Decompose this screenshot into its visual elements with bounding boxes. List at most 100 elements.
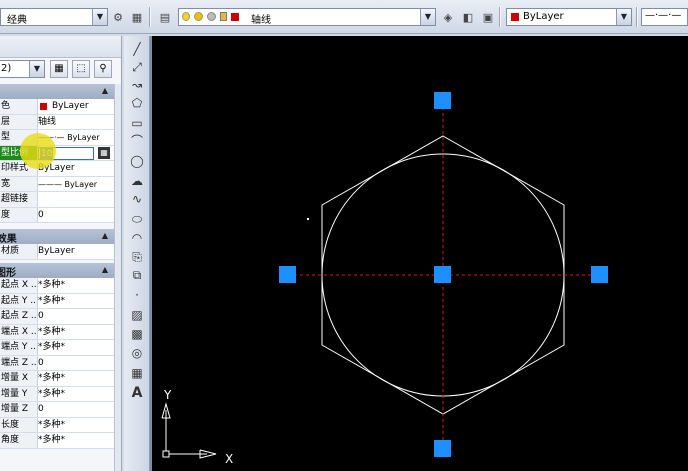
sun-icon xyxy=(194,12,203,21)
table-icon[interactable]: ▦ xyxy=(128,364,146,382)
property-value[interactable]: *多种* xyxy=(38,418,114,433)
draw-toolbar: ╱ ⤢ ↝ ⬠ ▭ ⌒ ◯ ☁ ∿ ⬭ ◠ ⎘ ⧉ · ▨ ▩ ◎ ▦ A xyxy=(124,36,150,471)
hatch-icon[interactable]: ▨ xyxy=(128,306,146,324)
chevron-up-icon[interactable]: ▲ xyxy=(102,231,108,240)
select-objects-icon[interactable]: ⬚ xyxy=(72,60,90,78)
property-value[interactable]: 0 xyxy=(38,309,114,324)
toggle-pickadd-icon[interactable]: ▦ xyxy=(50,60,68,78)
workspace-settings-icon[interactable]: ▦ xyxy=(129,9,145,25)
layer-value: 轴线 xyxy=(251,15,271,26)
line-tool-icon[interactable]: ╱ xyxy=(128,40,146,58)
point-icon[interactable]: · xyxy=(128,286,146,304)
property-value[interactable]: ——— ByLayer xyxy=(38,177,114,192)
region-icon[interactable]: ◎ xyxy=(128,344,146,362)
chevron-down-icon[interactable]: ▼ xyxy=(616,9,631,25)
property-row-color[interactable]: 色 ByLayer xyxy=(0,99,114,115)
rectangle-icon[interactable]: ▭ xyxy=(128,114,146,132)
section-geometry[interactable]: 几何图形 ▲ xyxy=(0,263,114,279)
property-row-lineweight[interactable]: 宽 ——— ByLayer xyxy=(0,176,114,192)
palette-scrollbar[interactable] xyxy=(114,84,121,471)
ucs-y-label: Y xyxy=(163,388,172,402)
property-row-thickness[interactable]: 度 0 xyxy=(0,207,114,223)
section-3d-effects[interactable]: 3D 效果 ▲ xyxy=(0,229,114,245)
grip-right[interactable] xyxy=(591,266,608,283)
chevron-up-icon[interactable]: ▲ xyxy=(102,86,108,95)
grip-left[interactable] xyxy=(279,266,296,283)
property-value[interactable]: ByLayer xyxy=(38,244,114,259)
grip-top[interactable] xyxy=(434,92,451,109)
property-row-geometry[interactable]: 起点 Z ... 0 xyxy=(0,309,114,325)
property-row-geometry[interactable]: 增量 Y *多种* xyxy=(0,386,114,402)
gradient-icon[interactable]: ▩ xyxy=(128,325,146,343)
property-row-linetype[interactable]: 型 ——·— ByLayer xyxy=(0,130,114,146)
make-current-layer-icon[interactable]: ◈ xyxy=(440,9,456,25)
calculator-icon[interactable]: ▦ xyxy=(98,146,110,159)
workspace-dropdown[interactable]: 经典 ▼ xyxy=(0,8,108,26)
arc-icon[interactable]: ⌒ xyxy=(128,132,146,150)
property-value[interactable] xyxy=(38,192,114,207)
make-block-icon[interactable]: ⧉ xyxy=(128,266,146,284)
layer-previous-icon[interactable]: ◧ xyxy=(460,9,476,25)
chevron-down-icon[interactable]: ▼ xyxy=(29,61,44,77)
property-value[interactable]: 0 xyxy=(38,402,114,417)
gear-icon[interactable]: ⚙ xyxy=(110,9,126,25)
property-row-hyperlink[interactable]: 超链接 xyxy=(0,192,114,208)
property-row-plotstyle[interactable]: 印样式 ByLayer xyxy=(0,161,114,177)
property-value[interactable]: *多种* xyxy=(38,325,114,340)
layer-dropdown[interactable]: 轴线 ▼ xyxy=(178,8,436,26)
ellipse-arc-icon[interactable]: ◠ xyxy=(128,229,146,247)
grip-center[interactable] xyxy=(434,266,451,283)
property-row-geometry[interactable]: 端点 Z ... 0 xyxy=(0,355,114,371)
grip-bottom[interactable] xyxy=(434,440,451,457)
spline-icon[interactable]: ∿ xyxy=(128,190,146,208)
color-dropdown[interactable]: ByLayer ▼ xyxy=(506,8,632,26)
quick-select-icon[interactable]: ⚲ xyxy=(94,60,112,78)
property-row-geometry[interactable]: 增量 Z0 xyxy=(0,402,114,418)
standard-toolbar: 经典 ▼ ⚙ ▦ ▤ 轴线 ▼ ◈ ◧ ▣ ByLayer ▼ —·—·— xyxy=(0,0,688,34)
property-row-geometry[interactable]: 长度 *多种* xyxy=(0,417,114,433)
property-row-geometry[interactable]: 端点 Y ... *多种* xyxy=(0,340,114,356)
property-value[interactable]: *多种* xyxy=(38,294,114,309)
section-label: 3D 效果 xyxy=(0,234,17,245)
polygon-icon[interactable]: ⬠ xyxy=(128,94,146,112)
object-type-dropdown[interactable]: 2) ▼ xyxy=(0,60,45,78)
polyline-icon[interactable]: ↝ xyxy=(128,76,146,94)
property-row-geometry[interactable]: 角度 *多种* xyxy=(0,433,114,449)
property-value[interactable]: *多种* xyxy=(38,278,114,293)
ellipse-icon[interactable]: ⬭ xyxy=(128,210,146,228)
chevron-down-icon[interactable]: ▼ xyxy=(420,9,435,25)
circle-icon[interactable]: ◯ xyxy=(128,152,146,170)
property-row-material[interactable]: 材质 ByLayer xyxy=(0,244,114,260)
chevron-up-icon[interactable]: ▲ xyxy=(102,265,108,274)
property-value[interactable]: 0 xyxy=(38,208,114,223)
property-value[interactable]: 轴线 xyxy=(38,115,114,130)
property-key: 色 xyxy=(0,99,38,114)
section-general[interactable]: ▲ xyxy=(0,84,114,99)
property-key: 层 xyxy=(0,114,38,129)
property-value[interactable]: 0 xyxy=(38,356,114,371)
property-row-geometry[interactable]: 增量 X *多种* xyxy=(0,371,114,387)
revcloud-icon[interactable]: ☁ xyxy=(128,172,146,190)
property-value[interactable]: *多种* xyxy=(38,433,114,448)
property-row-geometry[interactable]: 起点 Y ... *多种* xyxy=(0,293,114,309)
layer-manager-icon[interactable]: ▤ xyxy=(157,9,173,25)
insert-block-icon[interactable]: ⎘ xyxy=(128,248,146,266)
property-row-layer[interactable]: 层 轴线 xyxy=(0,114,114,130)
chevron-down-icon[interactable]: ▼ xyxy=(92,9,107,25)
linetype-dropdown[interactable]: —·—·— xyxy=(641,8,688,26)
stray-point xyxy=(307,218,309,220)
property-row-geometry[interactable]: 端点 X ... *多种* xyxy=(0,324,114,340)
property-value[interactable]: *多种* xyxy=(38,387,114,402)
property-value[interactable]: ByLayer xyxy=(38,99,114,114)
property-value[interactable]: *多种* xyxy=(38,340,114,355)
property-row-geometry[interactable]: 起点 X ... *多种* xyxy=(0,278,114,294)
lock-icon xyxy=(220,12,227,21)
multiline-text-icon[interactable]: A xyxy=(128,384,146,402)
drawing-canvas[interactable]: Y X xyxy=(152,36,688,471)
property-row-linetype-scale[interactable]: 型比例 10 ▦ xyxy=(0,145,114,161)
property-value-text: ByLayer xyxy=(52,101,89,111)
property-value[interactable]: *多种* xyxy=(38,371,114,386)
layer-state-icon[interactable]: ▣ xyxy=(480,9,496,25)
section-label: 几何图形 xyxy=(0,268,16,279)
construction-line-icon[interactable]: ⤢ xyxy=(128,58,146,76)
